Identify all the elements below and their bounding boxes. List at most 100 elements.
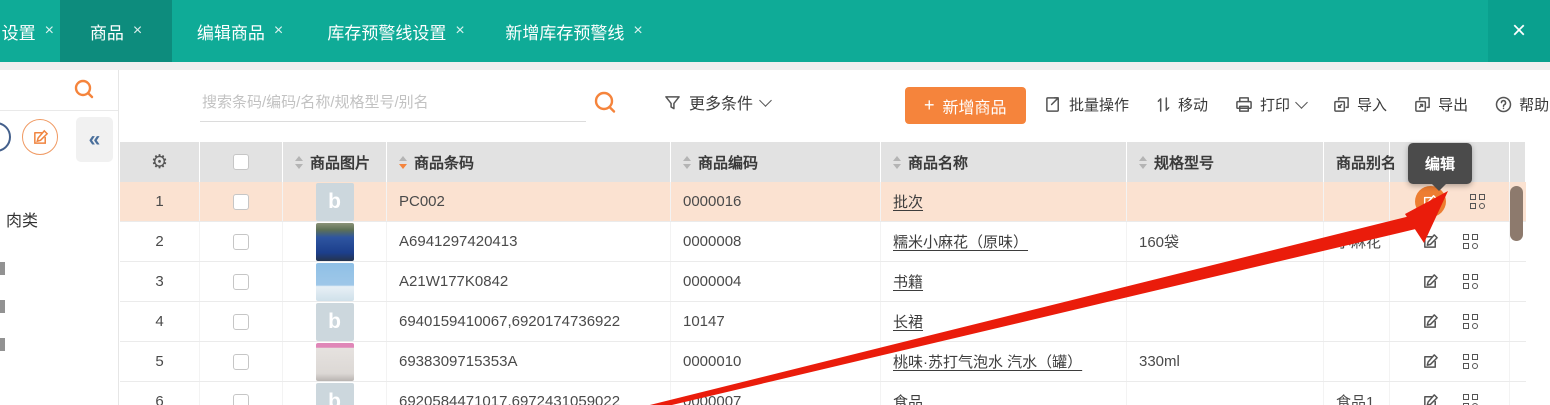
row-number: 6: [120, 382, 200, 405]
sort-arrows-icon[interactable]: [893, 155, 901, 169]
table-row[interactable]: 6 b 6920584471017,6972431059022 0000007 …: [120, 382, 1526, 405]
sidebar-search-row: [0, 70, 118, 111]
barcode-cell: PC002: [387, 182, 671, 221]
table-row[interactable]: 5 6938309715353A 0000010 桃味·苏打气泡水 汽水（罐） …: [120, 342, 1526, 382]
header-spec[interactable]: 规格型号: [1127, 142, 1324, 182]
export-button[interactable]: 导出: [1414, 94, 1468, 115]
table-header-row: ⚙ 商品图片 商品条码 商品编码 商品名称 规格型号 商品别名: [120, 142, 1526, 182]
product-image[interactable]: [315, 262, 354, 301]
product-name-link[interactable]: 桃味·苏打气泡水 汽水（罐）: [893, 351, 1082, 372]
tab-close-icon[interactable]: ×: [45, 22, 54, 40]
row-checkbox[interactable]: [233, 353, 249, 370]
related-ops-button[interactable]: [1462, 354, 1478, 369]
sort-arrows-icon[interactable]: [683, 155, 691, 169]
row-number: 2: [120, 222, 200, 261]
more-filters-button[interactable]: 更多条件: [664, 90, 772, 114]
tab-close-icon[interactable]: ×: [455, 22, 464, 40]
printer-icon: [1236, 97, 1252, 112]
gear-icon[interactable]: ⚙: [151, 151, 168, 174]
row-checkbox[interactable]: [233, 233, 249, 250]
edit-pencil-icon: [1423, 394, 1438, 405]
search-input[interactable]: [200, 86, 586, 122]
edit-pencil-icon: [1423, 354, 1438, 368]
related-ops-button[interactable]: [1462, 274, 1478, 289]
tab-settings[interactable]: 设置 ×: [0, 0, 60, 62]
header-name[interactable]: 商品名称: [881, 142, 1127, 182]
product-image[interactable]: [315, 222, 354, 261]
related-ops-button[interactable]: [1462, 234, 1478, 249]
edit-button[interactable]: [1422, 273, 1439, 290]
barcode-cell: 6920584471017,6972431059022: [387, 382, 671, 405]
tab-edit-product[interactable]: 编辑商品 ×: [172, 0, 308, 62]
tab-stock-warning-settings[interactable]: 库存预警线设置 ×: [308, 0, 484, 62]
help-button[interactable]: 帮助: [1495, 94, 1549, 115]
edit-button[interactable]: [1422, 353, 1439, 370]
header-barcode[interactable]: 商品条码: [387, 142, 671, 182]
vertical-scrollbar-thumb[interactable]: [1510, 186, 1523, 241]
move-button[interactable]: 移动: [1156, 94, 1208, 115]
sidebar-collapse-button[interactable]: «: [76, 117, 113, 162]
sort-arrows-icon[interactable]: [399, 155, 407, 169]
edit-button[interactable]: [1422, 393, 1439, 405]
row-checkbox[interactable]: [233, 193, 249, 210]
row-checkbox[interactable]: [233, 393, 249, 405]
grid-icon: [1462, 274, 1478, 289]
move-arrows-icon: [1157, 97, 1170, 112]
product-image-placeholder[interactable]: b: [315, 382, 354, 405]
sort-arrows-icon[interactable]: [295, 155, 303, 169]
row-number: 3: [120, 262, 200, 301]
table-row[interactable]: 4 b 6940159410067,6920174736922 10147 长裙: [120, 302, 1526, 342]
print-button[interactable]: 打印: [1235, 94, 1308, 115]
category-search-icon[interactable]: [72, 78, 96, 102]
tab-label: 新增库存预警线: [505, 23, 625, 43]
product-name-link[interactable]: 糯米小麻花（原味）: [893, 231, 1028, 252]
row-checkbox[interactable]: [233, 313, 249, 330]
related-ops-button[interactable]: [1469, 194, 1485, 209]
header-image[interactable]: 商品图片: [283, 142, 387, 182]
grid-icon: [1469, 194, 1485, 209]
column-settings-cell[interactable]: ⚙: [120, 142, 200, 182]
sort-arrows-icon[interactable]: [1139, 155, 1147, 169]
alias-cell: [1324, 182, 1390, 221]
batch-operations-button[interactable]: 批量操作: [1045, 94, 1129, 115]
related-ops-button[interactable]: [1462, 394, 1478, 405]
product-name-link[interactable]: 食品: [893, 391, 923, 405]
sidebar-category-item[interactable]: 肉类: [6, 207, 38, 231]
import-button[interactable]: 导入: [1333, 94, 1387, 115]
table-row[interactable]: 2 A6941297420413 0000008 糯米小麻花（原味） 160袋 …: [120, 222, 1526, 262]
tab-close-icon[interactable]: ×: [633, 22, 642, 40]
row-number: 5: [120, 342, 200, 381]
tab-close-icon[interactable]: ×: [133, 22, 142, 40]
tab-new-stock-warning[interactable]: 新增库存预警线 ×: [484, 0, 664, 62]
add-product-button[interactable]: + 新增商品: [905, 87, 1026, 124]
tab-products[interactable]: 商品 ×: [60, 0, 172, 62]
table-row[interactable]: 1 b PC002 0000016 批次: [120, 182, 1526, 222]
batch-edit-icon: [1046, 97, 1059, 112]
header-code[interactable]: 商品编码: [671, 142, 881, 182]
product-image[interactable]: [315, 342, 354, 381]
grid-icon: [1462, 234, 1478, 249]
edit-button[interactable]: [1422, 313, 1439, 330]
edit-pencil-icon: [1423, 274, 1438, 288]
row-checkbox[interactable]: [233, 273, 249, 290]
product-image-placeholder[interactable]: b: [315, 182, 354, 221]
select-all-checkbox[interactable]: [233, 154, 249, 170]
search-icon[interactable]: [592, 90, 618, 121]
edit-button[interactable]: [1422, 233, 1439, 250]
related-ops-button[interactable]: [1462, 314, 1478, 329]
product-image-placeholder[interactable]: b: [315, 302, 354, 341]
edit-category-button[interactable]: [22, 119, 58, 155]
chevron-down-icon: [1295, 96, 1308, 109]
tab-close-icon[interactable]: ×: [274, 22, 283, 40]
code-cell: 0000007: [671, 382, 881, 405]
edit-pencil-icon: [1423, 234, 1438, 248]
header-alias[interactable]: 商品别名: [1324, 142, 1396, 182]
edit-pencil-icon: [1423, 194, 1437, 208]
table-row[interactable]: 3 A21W177K0842 0000004 书籍: [120, 262, 1526, 302]
product-name-link[interactable]: 书籍: [893, 271, 923, 292]
barcode-cell: 6938309715353A: [387, 342, 671, 381]
product-name-link[interactable]: 批次: [893, 191, 923, 212]
products-table: ⚙ 商品图片 商品条码 商品编码 商品名称 规格型号 商品别名 1 b PC00…: [120, 142, 1526, 405]
window-close-button[interactable]: ×: [1488, 0, 1550, 62]
product-name-link[interactable]: 长裙: [893, 311, 923, 332]
